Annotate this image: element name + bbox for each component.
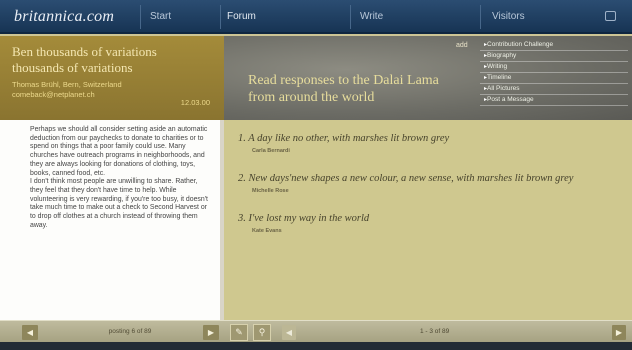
menu-item-timeline[interactable]: Timeline (480, 73, 628, 84)
response-list: 1. A day like no other, with marshes lit… (238, 132, 618, 252)
posting-counter: posting 6 of 89 (108, 328, 152, 335)
response-text: 3. I've lost my way in the world (238, 213, 370, 224)
nav-divider (350, 5, 351, 29)
menu-item-post-message[interactable]: Post a Message (480, 95, 628, 106)
next-responses-button[interactable]: ▶ (612, 325, 626, 340)
previous-post-button[interactable]: ◀ (22, 325, 38, 340)
response-item[interactable]: 1. A day like no other, with marshes lit… (238, 132, 618, 154)
response-author: Kate Evans (252, 228, 282, 234)
top-navigation-bar: britannica.com Start Forum Write Visitor… (0, 0, 632, 34)
hero-title: Read responses to the Dalai Lama from ar… (248, 73, 439, 105)
response-text: 2. New days'new shapes a new colour, a n… (238, 173, 574, 184)
response-item[interactable]: 3. I've lost my way in the world Kate Ev… (238, 212, 618, 234)
site-logo[interactable]: britannica.com (14, 8, 114, 26)
post-body: Perhaps we should all consider setting a… (0, 120, 220, 320)
menu-item-writing[interactable]: Writing (480, 62, 628, 73)
menu-item-biography[interactable]: Biography (480, 51, 628, 62)
topic-timestamp: 12.03.00 (180, 98, 210, 107)
window-icon[interactable] (605, 11, 616, 21)
topic-title: Ben thousands of variations thousands of… (12, 44, 157, 75)
response-author: Carla Bernardi (252, 148, 290, 154)
previous-responses-button[interactable]: ◀ (282, 325, 296, 340)
topic-author: Thomas Brühl, Bern, Switzerland comeback… (12, 80, 122, 99)
nav-divider (480, 5, 481, 29)
responses-panel: Read responses to the Dalai Lama from ar… (224, 36, 632, 320)
search-icon[interactable]: ⚲ (253, 324, 271, 341)
nav-forum[interactable]: Forum (227, 11, 256, 22)
add-label: add (456, 42, 468, 49)
response-item[interactable]: 2. New days'new shapes a new colour, a n… (238, 172, 618, 194)
menu-item-pictures[interactable]: All Pictures (480, 84, 628, 95)
nav-divider (140, 5, 141, 29)
screen-bezel (0, 342, 632, 350)
topic-header: Ben thousands of variations thousands of… (0, 36, 224, 120)
post-text: Perhaps we should all consider setting a… (30, 126, 208, 229)
forum-screen: britannica.com Start Forum Write Visitor… (0, 0, 632, 350)
nav-visitors[interactable]: Visitors (492, 11, 525, 22)
nav-start[interactable]: Start (150, 11, 171, 22)
hero-banner: Read responses to the Dalai Lama from ar… (224, 36, 632, 120)
response-author: Michelle Rose (252, 188, 289, 194)
side-menu: Contribution Challenge Biography Writing… (480, 40, 628, 106)
bottom-toolbar: ◀ posting 6 of 89 ▶ ✎ ⚲ ◀ 1 - 3 of 89 ▶ (0, 320, 632, 342)
response-text: 1. A day like no other, with marshes lit… (238, 133, 450, 144)
write-icon[interactable]: ✎ (230, 324, 248, 341)
next-post-button[interactable]: ▶ (203, 325, 219, 340)
nav-write[interactable]: Write (360, 11, 383, 22)
responses-counter: 1 - 3 of 89 (420, 328, 450, 335)
nav-divider (220, 5, 221, 29)
menu-item-contribution[interactable]: Contribution Challenge (480, 40, 628, 51)
